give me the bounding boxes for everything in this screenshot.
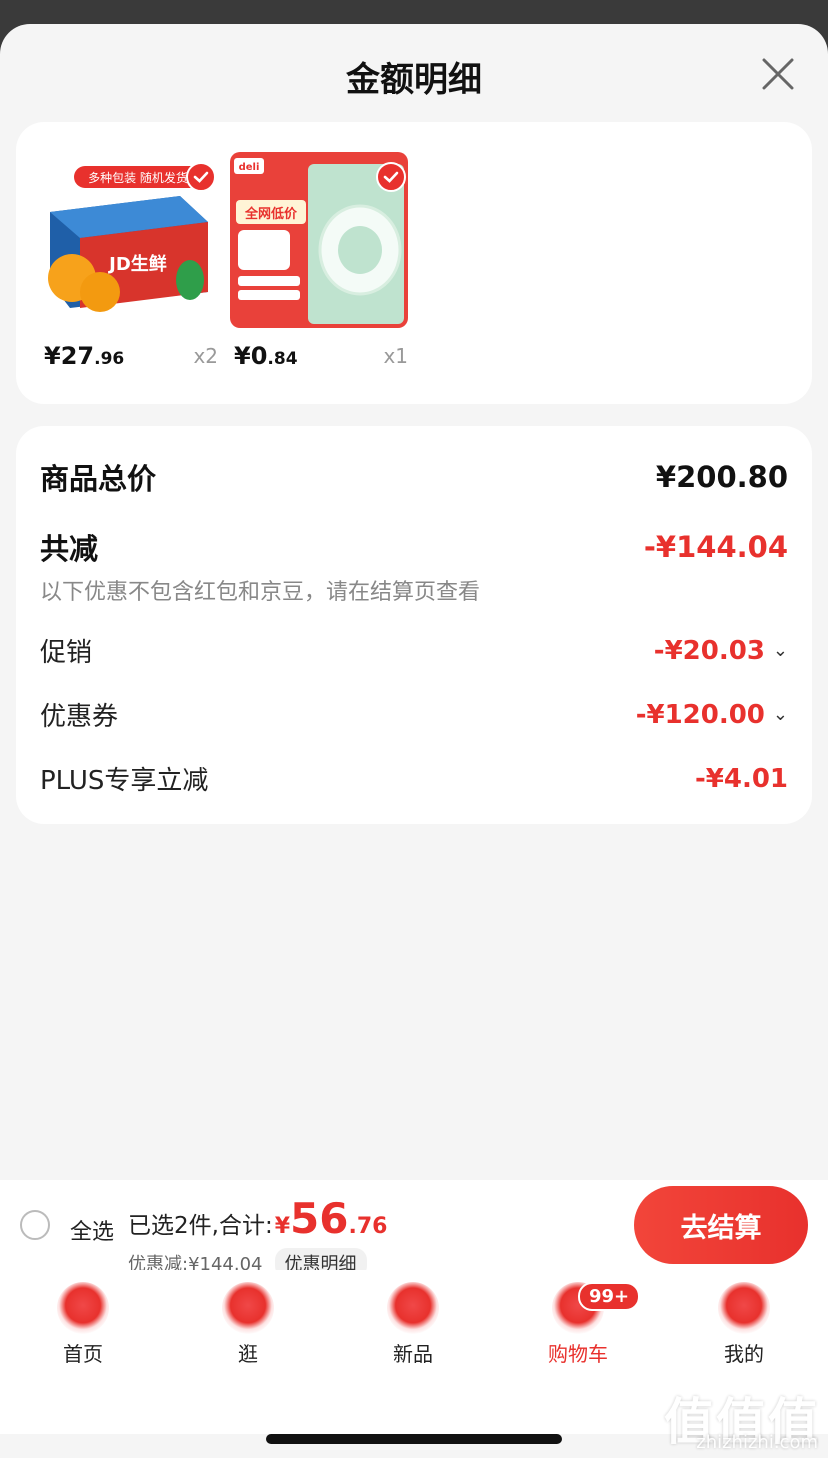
profile-icon [718,1282,770,1334]
checkout-button[interactable]: 去结算 [634,1186,808,1264]
product-list-card: 多种包装 随机发货 JD生鲜 ¥27.96 x2 deli 全网低价 ¥0.84… [16,122,812,404]
home-icon [57,1282,109,1334]
chevron-down-icon[interactable]: ⌄ [773,704,788,725]
product-item[interactable]: 多种包装 随机发货 JD生鲜 ¥27.96 x2 [40,152,218,382]
tab-label: 新品 [393,1342,433,1366]
selected-check-icon[interactable] [186,162,216,192]
product-price: ¥27.96 [44,342,125,370]
tab-new[interactable]: 新品 [363,1282,463,1382]
select-all-label[interactable]: 全选 [70,1214,114,1246]
product-qty: x1 [383,344,408,368]
selected-check-icon[interactable] [376,162,406,192]
plus-value: -¥4.01 [694,763,788,794]
browse-icon [222,1282,274,1334]
plus-label: PLUS专享立减 [40,766,209,796]
product-badge-text: 多种包装 随机发货 [88,170,188,185]
plus-row: PLUS专享立减 -¥4.01 [40,760,788,797]
product-brand-text: JD生鲜 [107,253,167,275]
promo-value: -¥20.03 [653,635,765,666]
tab-label: 逛 [238,1342,258,1366]
total-price-label: 商品总价 [40,462,157,496]
coupon-label: 优惠券 [40,702,119,732]
product-price: ¥0.84 [234,342,298,370]
total-reduce-value: -¥144.04 [643,530,788,564]
amount-integer: 56 [290,1194,349,1243]
product-promo-text: 全网低价 [244,206,298,222]
total-price-row: 商品总价 ¥200.80 [40,456,788,498]
cart-count-badge: 99+ [578,1282,641,1311]
watermark-url: zhizhizhi.com [696,1432,818,1453]
selected-text: 已选2件,合计: [128,1213,273,1239]
close-icon[interactable] [758,54,798,94]
product-qty: x2 [193,344,218,368]
product-item[interactable]: deli 全网低价 ¥0.84 x1 [230,152,408,382]
product-brand-text: deli [239,162,260,173]
new-box-icon [387,1282,439,1334]
amount-decimal: .76 [348,1214,388,1239]
sheet-title: 金额明细 [346,60,482,100]
promo-label: 促销 [40,638,93,668]
reduce-note: 以下优惠不包含红包和京豆，请在结算页查看 [40,580,481,605]
tab-label: 首页 [63,1342,103,1366]
selected-total: 已选2件,合计: ¥ 56 .76 [128,1194,387,1243]
total-reduce-row: 共减 -¥144.04 [40,526,788,568]
tab-profile[interactable]: 我的 [694,1282,794,1382]
select-all-radio[interactable] [20,1210,50,1240]
promo-row[interactable]: 促销 -¥20.03 ⌄ [40,632,788,669]
tab-cart[interactable]: 购物车 99+ [528,1282,641,1382]
tab-label: 购物车 [548,1342,608,1366]
tab-label: 我的 [724,1342,764,1366]
chevron-down-icon[interactable]: ⌄ [773,640,788,661]
home-indicator [266,1434,562,1444]
coupon-value: -¥120.00 [635,699,765,730]
tab-browse[interactable]: 逛 [198,1282,298,1382]
tab-home[interactable]: 首页 [33,1282,133,1382]
total-reduce-label: 共减 [40,532,99,566]
coupon-row[interactable]: 优惠券 -¥120.00 ⌄ [40,696,788,733]
price-summary-card: 商品总价 ¥200.80 共减 -¥144.04 以下优惠不包含红包和京豆，请在… [16,426,812,824]
total-price-value: ¥200.80 [655,460,788,494]
currency-symbol: ¥ [274,1214,291,1239]
